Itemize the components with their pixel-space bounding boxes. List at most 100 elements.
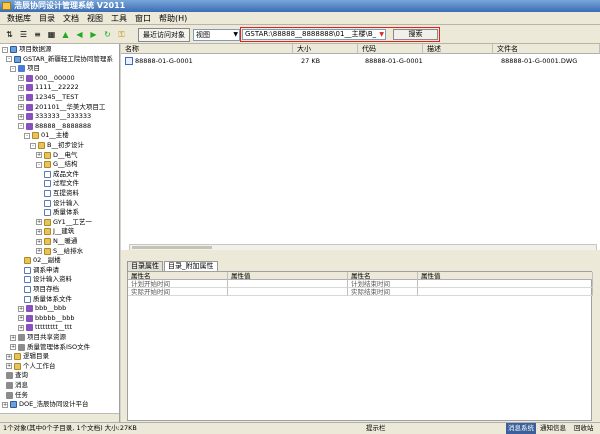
expand-icon[interactable]: + [18, 75, 24, 82]
collapse-icon[interactable]: - [36, 161, 42, 168]
tree-item[interactable]: +000__00000 [18, 74, 75, 83]
collapse-icon[interactable]: - [18, 123, 24, 130]
path-input[interactable]: GSTAR:\88888__8888888\01__主楼\B_ ▼ [242, 29, 386, 40]
tree-item[interactable]: + 个人工作台 [6, 362, 56, 371]
splitter[interactable] [121, 250, 600, 258]
tree-item[interactable]: 查询 [6, 371, 28, 380]
col-header-name[interactable]: 名称 [121, 44, 293, 54]
menu-view[interactable]: 视图 [83, 12, 107, 25]
tree-item[interactable]: + DOE_浩辰协同设计平台 [2, 400, 88, 409]
grid-cell[interactable] [418, 288, 593, 296]
tree-item[interactable]: - G__结构 [36, 160, 78, 169]
menu-window[interactable]: 窗口 [131, 12, 155, 25]
detail-icon[interactable]: ≡ [32, 29, 43, 40]
tree-item[interactable]: + N__暖通 [36, 237, 77, 246]
forward-icon[interactable]: ▶ [88, 29, 99, 40]
tree-item[interactable]: - B__初步设计 [30, 141, 84, 150]
tree-item[interactable]: + D__电气 [36, 151, 78, 160]
collapse-icon[interactable]: - [2, 46, 8, 53]
expand-icon[interactable]: + [18, 305, 24, 312]
col-header-filename[interactable]: 文件名 [493, 44, 600, 54]
message-system-badge[interactable]: 消息系统 [506, 423, 536, 434]
tree-item[interactable]: +1111__22222 [18, 83, 79, 92]
lock-icon[interactable]: ⚿ [116, 29, 127, 40]
tree-item[interactable]: 质量体系文件 [24, 295, 72, 304]
tree-item[interactable]: 调系申请 [24, 266, 59, 275]
tree-item[interactable]: 项目存档 [24, 285, 59, 294]
expand-icon[interactable]: + [18, 104, 24, 111]
tree-item[interactable]: 质量体系 [44, 208, 79, 217]
grid-cell[interactable] [228, 288, 348, 296]
expand-icon[interactable]: + [18, 324, 24, 331]
collapse-icon[interactable]: - [6, 56, 12, 63]
expand-icon[interactable]: + [18, 315, 24, 322]
tree-item[interactable]: +333333__333333 [18, 112, 91, 121]
tree-item[interactable]: 02__副楼 [24, 256, 61, 265]
expand-icon[interactable]: + [18, 113, 24, 120]
tree-item[interactable]: + 项目共享资源 [10, 333, 66, 342]
tree-item[interactable]: 任务 [6, 391, 28, 400]
tree-item[interactable]: - GSTAR_新疆轻工院协同管理系 [6, 55, 113, 64]
expand-icon[interactable]: + [36, 238, 42, 245]
tree-item[interactable]: 成品文件 [44, 170, 79, 179]
notify-info[interactable]: 通知信息 [540, 423, 566, 434]
col-header-size[interactable]: 大小 [293, 44, 358, 54]
tab-directory-extra-attributes[interactable]: 目录_附加属性 [164, 261, 218, 271]
tree-item[interactable]: + GY1__工艺一 [36, 218, 92, 227]
expand-icon[interactable]: + [6, 353, 12, 360]
tree-item[interactable]: +12345__TEST [18, 93, 78, 102]
expand-icon[interactable]: + [36, 228, 42, 235]
menu-tools[interactable]: 工具 [107, 12, 131, 25]
tree-item[interactable]: + ttttttttt__ttt [18, 323, 72, 332]
col-header-desc[interactable]: 描述 [423, 44, 493, 54]
expand-icon[interactable]: + [18, 94, 24, 101]
expand-icon[interactable]: + [36, 219, 42, 226]
recycle-bin[interactable]: 回收站 [574, 423, 594, 434]
back-icon[interactable]: ◀ [74, 29, 85, 40]
refresh-icon[interactable]: ↻ [102, 29, 113, 40]
sort-icon[interactable]: ⇅ [4, 29, 15, 40]
expand-icon[interactable]: + [18, 84, 24, 91]
tree-item[interactable]: + J__建筑 [36, 227, 74, 236]
tree-item[interactable]: + 质量管理体系ISO文件 [10, 343, 90, 352]
view-select[interactable]: 视图 ▼ [193, 29, 240, 41]
expand-icon[interactable]: + [10, 344, 16, 351]
expand-icon[interactable]: + [36, 152, 42, 159]
scroll-thumb[interactable] [132, 246, 212, 249]
grid-cell[interactable] [418, 280, 593, 288]
menu-database[interactable]: 数据库 [3, 12, 35, 25]
col-header-code[interactable]: 代码 [358, 44, 423, 54]
list-icon[interactable]: ☰ [18, 29, 29, 40]
tree-item[interactable]: 设计输入 [44, 199, 79, 208]
tree-item[interactable]: 过程文件 [44, 179, 79, 188]
tree-item[interactable]: - 01__主楼 [24, 131, 69, 140]
expand-icon[interactable]: + [10, 334, 16, 341]
grid-cell[interactable] [228, 280, 348, 288]
recent-objects-button[interactable]: 最近访问对象 [138, 28, 190, 42]
search-button[interactable]: 搜索 [393, 29, 438, 40]
tree-item[interactable]: + bbbbb__bbb [18, 314, 75, 323]
tree-item[interactable]: + 逻辑目录 [6, 352, 49, 361]
collapse-icon[interactable]: - [30, 142, 36, 149]
expand-icon[interactable]: + [6, 363, 12, 370]
collapse-icon[interactable]: - [24, 132, 30, 139]
menu-help[interactable]: 帮助(H) [155, 12, 191, 25]
tree-item[interactable]: - 项目数据源 [2, 45, 52, 54]
tree-horizontal-scrollbar[interactable] [0, 413, 119, 422]
tree-item[interactable]: 互提资料 [44, 189, 79, 198]
tree-item[interactable]: - 88888__8888888 [18, 122, 91, 131]
collapse-icon[interactable]: - [10, 65, 16, 72]
up-icon[interactable]: ▲ [60, 29, 71, 40]
tree-item[interactable]: 消息 [6, 381, 28, 390]
tree-item[interactable]: + S__给排水 [36, 247, 83, 256]
tree-item[interactable]: 设计输入资料 [24, 275, 72, 284]
tree-item[interactable]: - 项目 [10, 64, 40, 73]
expand-icon[interactable]: + [36, 248, 42, 255]
table-row[interactable]: 88888-01-G-0001 27 KB 88888-01-G-0001 88… [121, 56, 600, 66]
tree-item[interactable]: + bbb__bbb [18, 304, 66, 313]
menu-document[interactable]: 文档 [59, 12, 83, 25]
tab-directory-attributes[interactable]: 目录属性 [127, 261, 163, 271]
grid-icon[interactable]: ▦ [46, 29, 57, 40]
tree-item[interactable]: +201101__华美大项目工 [18, 103, 105, 112]
menu-directory[interactable]: 目录 [35, 12, 59, 25]
